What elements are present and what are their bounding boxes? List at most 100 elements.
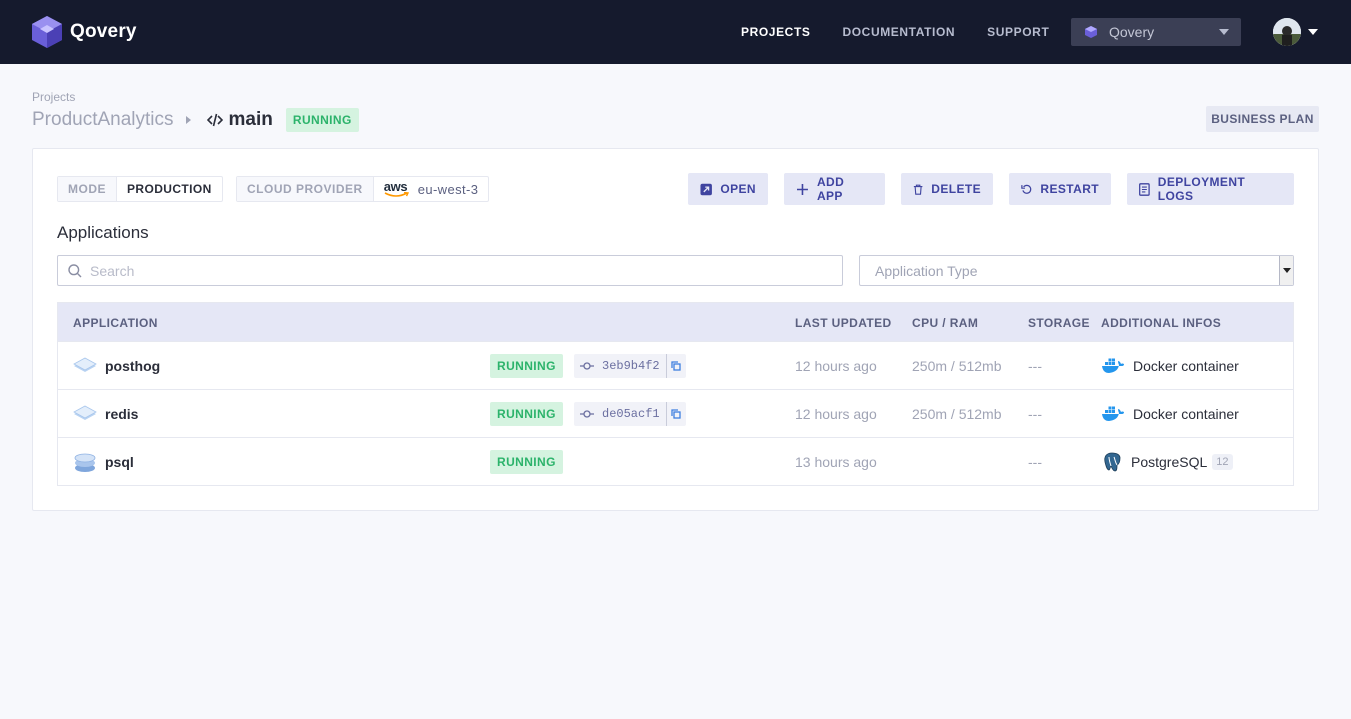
git-commit-icon <box>580 362 594 370</box>
code-icon <box>206 113 223 127</box>
cloud-provider-value: aws eu-west-3 <box>374 177 489 201</box>
qovery-logo-icon <box>32 16 62 48</box>
region-value: eu-west-3 <box>417 181 479 197</box>
document-icon <box>1139 182 1150 196</box>
plan-badge[interactable]: BUSINESS PLAN <box>1206 106 1319 132</box>
column-header-storage[interactable]: STORAGE <box>1028 316 1090 330</box>
deployment-logs-button[interactable]: DEPLOYMENT LOGS <box>1127 173 1294 205</box>
application-layers-icon <box>73 357 97 372</box>
table-row[interactable]: posthog RUNNING 3eb9b4f2 12 hours ago 25… <box>58 341 1293 389</box>
nav-link-documentation[interactable]: DOCUMENTATION <box>842 25 955 39</box>
restart-icon <box>1021 184 1032 194</box>
breadcrumb-arrow-icon <box>185 116 191 124</box>
brand-name: Qovery <box>70 21 137 42</box>
commit-cell: 3eb9b4f2 <box>574 342 686 390</box>
environment-card: MODE PRODUCTION CLOUD PROVIDER aws eu-we… <box>32 148 1319 511</box>
version-badge: 12 <box>1212 454 1233 470</box>
restart-button-label: RESTART <box>1040 182 1099 196</box>
search-input[interactable] <box>90 262 790 279</box>
column-header-cpu-ram[interactable]: CPU / RAM <box>912 316 978 330</box>
last-updated-cell: 13 hours ago <box>795 454 877 470</box>
column-header-application[interactable]: APPLICATION <box>73 316 158 330</box>
status-cell: RUNNING <box>490 438 563 486</box>
user-menu-chevron-icon[interactable] <box>1308 29 1318 35</box>
top-navbar: Qovery PROJECTS DOCUMENTATION SUPPORT Qo… <box>0 0 1351 64</box>
additional-info-text: Docker container <box>1133 406 1239 422</box>
cloud-provider-label: CLOUD PROVIDER <box>237 177 374 201</box>
mode-label: MODE <box>58 177 117 201</box>
organization-name: Qovery <box>1109 24 1155 40</box>
applications-table: APPLICATION LAST UPDATED CPU / RAM STORA… <box>57 302 1294 486</box>
application-name[interactable]: psql <box>105 454 134 470</box>
copy-icon <box>671 409 681 419</box>
application-type-placeholder: Application Type <box>875 262 978 279</box>
docker-icon <box>1102 358 1124 373</box>
commit-hash-wrapper: 3eb9b4f2 <box>574 359 666 373</box>
additional-info-text: PostgreSQL <box>1131 454 1208 470</box>
database-icon <box>74 453 96 472</box>
nav-link-support[interactable]: SUPPORT <box>987 25 1049 39</box>
restart-button[interactable]: RESTART <box>1009 173 1111 205</box>
brand-logo[interactable]: Qovery <box>32 16 137 48</box>
user-avatar[interactable] <box>1273 18 1301 46</box>
application-layers-icon <box>73 405 97 420</box>
chevron-down-icon <box>1219 29 1229 35</box>
status-cell: RUNNING <box>490 390 563 438</box>
storage-cell: --- <box>1028 454 1042 470</box>
aws-smile-icon <box>384 191 409 197</box>
add-app-button[interactable]: ADD APP <box>784 173 885 205</box>
open-button[interactable]: OPEN <box>688 173 768 205</box>
deployment-logs-button-label: DEPLOYMENT LOGS <box>1157 175 1246 203</box>
application-cell: posthog <box>73 342 160 390</box>
mode-info: MODE PRODUCTION <box>57 176 223 202</box>
open-button-label: OPEN <box>720 182 756 196</box>
additional-info-text: Docker container <box>1133 358 1239 374</box>
postgresql-icon <box>1104 452 1121 472</box>
table-header: APPLICATION LAST UPDATED CPU / RAM STORA… <box>58 303 1293 341</box>
column-header-additional-infos[interactable]: ADDITIONAL INFOS <box>1101 316 1221 330</box>
copy-icon <box>671 361 681 371</box>
column-header-last-updated[interactable]: LAST UPDATED <box>795 316 892 330</box>
commit-chip: 3eb9b4f2 <box>574 354 686 378</box>
aws-logo-icon: aws <box>383 178 410 198</box>
organization-logo-icon <box>1085 26 1097 38</box>
open-link-icon <box>700 183 712 195</box>
cpu-ram-cell: 250m / 512mb <box>912 358 1002 374</box>
nav-link-projects[interactable]: PROJECTS <box>741 25 810 39</box>
breadcrumb: ProductAnalytics main RUNNING <box>32 107 359 133</box>
application-type-select[interactable]: Application Type <box>859 255 1294 286</box>
project-name-link[interactable]: ProductAnalytics <box>32 109 174 131</box>
application-name[interactable]: redis <box>105 406 138 422</box>
application-cell: redis <box>73 390 138 438</box>
additional-infos-cell: Docker container <box>1101 390 1239 438</box>
delete-button-label: DELETE <box>931 182 981 196</box>
table-row[interactable]: psql RUNNING 13 hours ago --- PostgreSQL… <box>58 437 1293 485</box>
applications-title: Applications <box>57 223 149 242</box>
search-box[interactable] <box>57 255 843 286</box>
storage-cell: --- <box>1028 406 1042 422</box>
organization-select[interactable]: Qovery <box>1071 18 1241 46</box>
additional-infos-cell: PostgreSQL 12 <box>1101 438 1233 486</box>
application-cell: psql <box>73 438 134 486</box>
commit-chip: de05acf1 <box>574 402 686 426</box>
status-badge: RUNNING <box>490 450 563 474</box>
add-app-button-label: ADD APP <box>816 175 845 203</box>
plus-icon <box>796 183 808 195</box>
delete-button[interactable]: DELETE <box>901 173 993 205</box>
dropdown-arrow-icon[interactable] <box>1279 256 1293 285</box>
last-updated-cell: 12 hours ago <box>795 358 877 374</box>
avatar-image <box>1273 18 1301 46</box>
storage-cell: --- <box>1028 358 1042 374</box>
git-commit-icon <box>580 410 594 418</box>
table-row[interactable]: redis RUNNING de05acf1 12 hours ago 250m… <box>58 389 1293 437</box>
application-name[interactable]: posthog <box>105 358 160 374</box>
environment-name: main <box>228 109 273 130</box>
nav-links: PROJECTS DOCUMENTATION SUPPORT <box>741 0 1081 64</box>
breadcrumb-projects[interactable]: Projects <box>32 90 75 104</box>
cpu-ram-cell: 250m / 512mb <box>912 406 1002 422</box>
environment-status-badge: RUNNING <box>285 108 359 132</box>
copy-commit-button[interactable] <box>665 402 686 426</box>
copy-commit-button[interactable] <box>665 354 686 378</box>
aws-logo-text: aws <box>383 178 408 194</box>
commit-hash: de05acf1 <box>602 407 660 421</box>
